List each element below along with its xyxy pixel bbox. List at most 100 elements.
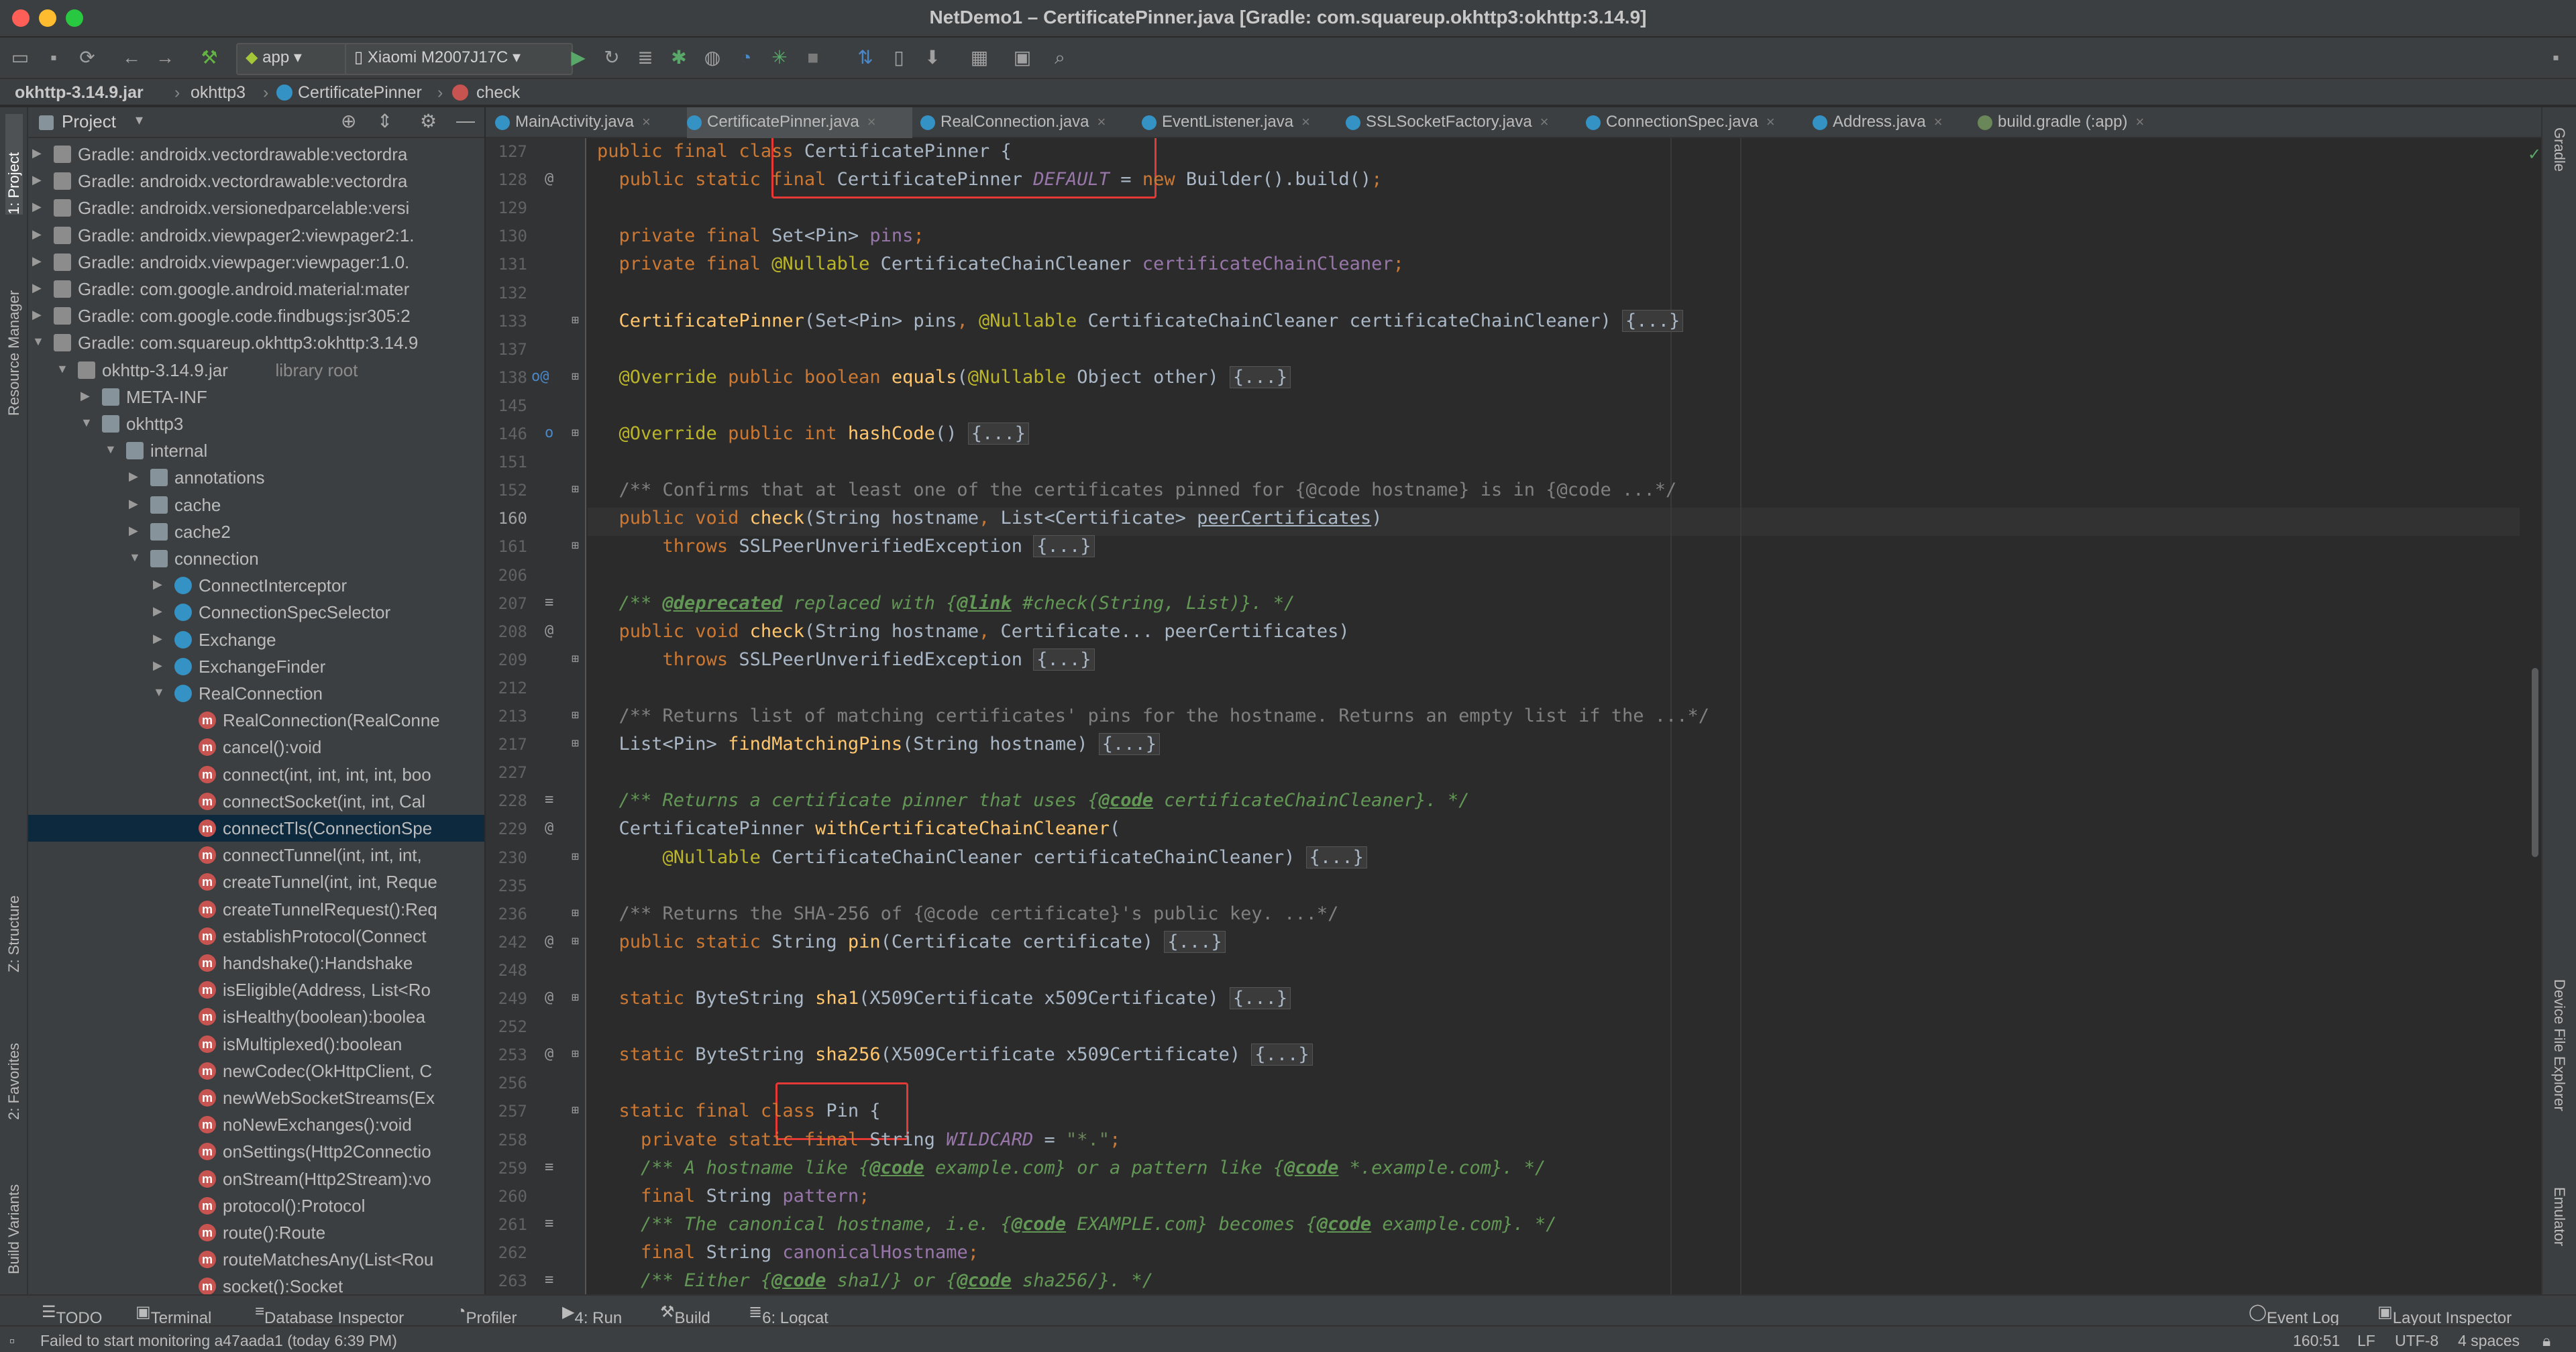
stop-icon[interactable]: ■ (800, 44, 826, 71)
editor-scrollbar-thumb[interactable] (2532, 668, 2538, 857)
code-line[interactable]: final String canonicalHostname; (597, 1242, 979, 1263)
run-config-select[interactable]: ◆ app ▾ (236, 43, 356, 75)
collapsed-arrow-icon[interactable]: ▶ (129, 469, 138, 484)
close-tab-icon[interactable]: × (867, 113, 876, 130)
tree-row[interactable]: m createTunnelRequest():Req (28, 896, 484, 923)
line-number[interactable]: 208 (486, 622, 527, 641)
line-separator[interactable]: LF (2357, 1332, 2375, 1350)
run-tab[interactable]: ▶ 4: Run (562, 1302, 622, 1327)
fold-toggle-icon[interactable]: ⊞ (572, 708, 579, 722)
annotation-marker-icon[interactable]: @ (545, 622, 553, 639)
line-number[interactable]: 209 (486, 651, 527, 669)
override-marker-icon[interactable]: o (545, 425, 553, 441)
fold-toggle-icon[interactable]: ⊞ (572, 313, 579, 327)
tree-row[interactable]: m newWebSocketStreams(Ex (28, 1084, 484, 1111)
lock-icon[interactable]: 🔒︎ (2542, 1332, 2551, 1350)
line-number[interactable]: 227 (486, 763, 527, 782)
code-line[interactable]: /** @deprecated replaced with {@link #ch… (597, 593, 1295, 614)
editor-tab[interactable]: RealConnection.java × (920, 107, 1134, 138)
line-number[interactable]: 207 (486, 594, 527, 613)
close-tab-icon[interactable]: × (1097, 113, 1106, 130)
code-line[interactable]: static final class Pin { (597, 1101, 881, 1121)
collapsed-arrow-icon[interactable]: ▶ (129, 524, 138, 538)
tree-row[interactable]: m connectSocket(int, int, Cal (28, 788, 484, 815)
tree-row[interactable]: m routeMatchesAny(List<Rou (28, 1246, 484, 1273)
indent-setting[interactable]: 4 spaces (2458, 1332, 2520, 1350)
save-icon[interactable]: ▪ (40, 44, 67, 71)
tree-row[interactable]: m onSettings(Http2Connectio (28, 1138, 484, 1165)
database-inspector-tab[interactable]: ≡ Database Inspector (255, 1302, 404, 1327)
collapse-all-icon[interactable]: ⇕ (377, 110, 392, 132)
collapsed-arrow-icon[interactable]: ▶ (32, 281, 42, 295)
tree-row[interactable]: m establishProtocol(Connect (28, 923, 484, 950)
collapsed-arrow-icon[interactable]: ▶ (32, 308, 42, 322)
chevron-down-icon[interactable]: ▾ (136, 111, 143, 129)
expanded-arrow-icon[interactable]: ▼ (56, 362, 68, 376)
javadoc-render-icon[interactable]: ≡ (545, 1215, 553, 1232)
code-line[interactable]: @Override public boolean equals(@Nullabl… (597, 365, 1291, 388)
close-tab-icon[interactable]: × (642, 113, 651, 130)
annotation-marker-icon[interactable]: @ (545, 989, 553, 1006)
line-number[interactable]: 128 (486, 170, 527, 189)
line-number[interactable]: 146 (486, 425, 527, 443)
line-number[interactable]: 262 (486, 1243, 527, 1262)
line-number[interactable]: 259 (486, 1159, 527, 1178)
line-number[interactable]: 263 (486, 1272, 527, 1290)
code-line[interactable]: public void check(String hostname, List<… (597, 508, 1383, 528)
layout-inspector-tab[interactable]: ▣ Layout Inspector (2377, 1302, 2512, 1327)
code-line[interactable]: throws SSLPeerUnverifiedException {...} (597, 535, 1095, 558)
code-line[interactable]: /** Returns a certificate pinner that us… (597, 790, 1470, 811)
logcat-tab[interactable]: ≣ 6: Logcat (749, 1302, 828, 1327)
gear-icon[interactable]: ⚙ (420, 110, 437, 132)
tree-row[interactable]: m newCodec(OkHttpClient, C (28, 1058, 484, 1084)
avd-manager-icon[interactable]: ▯ (885, 44, 912, 71)
collapsed-arrow-icon[interactable]: ▶ (129, 497, 138, 511)
tree-row[interactable]: ▶ META-INF (28, 384, 484, 410)
editor-tab[interactable]: ConnectionSpec.java × (1586, 107, 1805, 138)
line-number[interactable]: 217 (486, 735, 527, 754)
gradle-sync-icon[interactable]: ⇅ (852, 44, 879, 71)
line-number[interactable]: 127 (486, 142, 527, 161)
javadoc-render-icon[interactable]: ≡ (545, 791, 553, 808)
fold-toggle-icon[interactable]: ⊞ (572, 539, 579, 553)
annotation-marker-icon[interactable]: @ (545, 170, 553, 187)
collapsed-arrow-icon[interactable]: ▶ (80, 389, 90, 403)
breadcrumb-item-class[interactable]: CertificatePinner (298, 83, 422, 103)
code-line[interactable]: /** A hostname like {@code example.com} … (597, 1158, 1546, 1178)
tree-row[interactable]: ▶ Gradle: com.google.android.material:mat… (28, 276, 484, 302)
line-number[interactable]: 258 (486, 1131, 527, 1149)
line-number[interactable]: 129 (486, 199, 527, 217)
tree-row[interactable]: ▶ Gradle: com.google.code.findbugs:jsr305… (28, 302, 484, 329)
tree-row[interactable]: ▶ Gradle: androidx.viewpager2:viewpager2:… (28, 222, 484, 249)
project-structure-icon[interactable]: ▦ (966, 44, 993, 71)
tree-row[interactable]: ▶ Gradle: androidx.vectordrawable:vectord… (28, 141, 484, 168)
code-line[interactable]: public void check(String hostname, Certi… (597, 621, 1350, 642)
attach-debugger-icon[interactable]: ✳ (766, 44, 793, 71)
code-line[interactable]: /** Returns list of matching certificate… (597, 706, 1710, 726)
open-folder-icon[interactable]: ▭ (7, 44, 34, 71)
collapsed-arrow-icon[interactable]: ▶ (32, 227, 42, 241)
fold-toggle-icon[interactable]: ⊞ (572, 1103, 579, 1117)
collapsed-arrow-icon[interactable]: ▶ (153, 604, 162, 618)
code-line[interactable]: /** Returns the SHA-256 of {@code certif… (597, 903, 1339, 924)
line-number[interactable]: 242 (486, 933, 527, 952)
tree-row[interactable]: ▶ ConnectInterceptor (28, 572, 484, 599)
tree-row[interactable]: ▶ ConnectionSpecSelector (28, 599, 484, 626)
javadoc-render-icon[interactable]: ≡ (545, 1272, 553, 1288)
close-tab-icon[interactable]: × (2135, 113, 2144, 130)
tree-row[interactable]: ▼ connection (28, 545, 484, 572)
code-line[interactable]: /** The canonical hostname, i.e. {@code … (597, 1214, 1556, 1235)
line-number[interactable]: 261 (486, 1215, 527, 1234)
tree-row[interactable]: ▶ annotations (28, 464, 484, 491)
sync-icon[interactable]: ⟳ (74, 44, 101, 71)
expanded-arrow-icon[interactable]: ▼ (129, 551, 141, 565)
search-icon[interactable]: ⌕ (1046, 44, 1073, 71)
line-number[interactable]: 133 (486, 312, 527, 331)
tree-row[interactable]: m createTunnel(int, int, Reque (28, 868, 484, 895)
line-number[interactable]: 131 (486, 255, 527, 274)
fold-toggle-icon[interactable]: ⊞ (572, 652, 579, 666)
tree-row[interactable]: m socket():Socket (28, 1273, 484, 1294)
expanded-arrow-icon[interactable]: ▼ (105, 443, 117, 457)
build-variants-tab[interactable]: Build Variants (5, 1140, 23, 1274)
event-log-tab[interactable]: ◯ Event Log (2249, 1302, 2339, 1327)
